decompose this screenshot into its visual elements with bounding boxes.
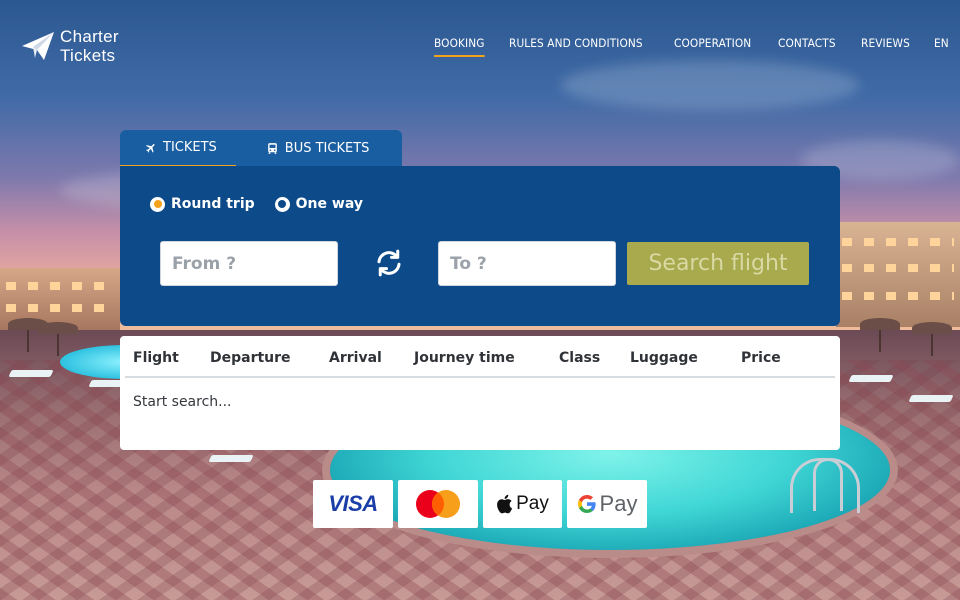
- column-header: Arrival: [329, 350, 382, 366]
- results-header: Flight Departure Arrival Journey time Cl…: [125, 336, 835, 378]
- main-nav: BOOKING RULES AND CONDITIONS COOPERATION…: [433, 36, 950, 57]
- cloud: [560, 60, 860, 110]
- brand-name: Charter Tickets: [60, 27, 119, 65]
- brand-line-2: Tickets: [60, 46, 116, 65]
- tab-tickets[interactable]: TICKETS: [120, 130, 236, 167]
- apple-icon: [497, 494, 513, 514]
- google-g-icon: [577, 495, 596, 513]
- nav-reviews[interactable]: REVIEWS: [861, 36, 910, 57]
- google-pay-logo: Pay: [567, 480, 647, 528]
- google-pay-text: Pay: [599, 491, 638, 516]
- tab-bus-tickets[interactable]: BUS TICKETS: [236, 130, 383, 167]
- logo[interactable]: Charter Tickets: [20, 27, 119, 65]
- swap-icon[interactable]: [374, 248, 404, 278]
- nav-cooperation[interactable]: COOPERATION: [674, 36, 751, 57]
- from-input[interactable]: [160, 241, 338, 286]
- apple-pay-logo: Pay: [483, 480, 562, 528]
- empty-results-text: Start search...: [133, 394, 232, 410]
- search-flight-button[interactable]: Search flight: [627, 242, 809, 285]
- column-header: Luggage: [630, 350, 698, 366]
- column-header: Class: [559, 350, 601, 366]
- nav-booking[interactable]: BOOKING: [433, 36, 485, 57]
- hotel-building: [836, 222, 960, 327]
- umbrella: [38, 322, 78, 356]
- payment-methods: VISA Pay Pay: [313, 480, 647, 528]
- round-trip-label: Round trip: [171, 196, 255, 212]
- tab-bus-tickets-label: BUS TICKETS: [284, 141, 370, 156]
- column-header: Flight: [133, 350, 179, 366]
- lounger: [848, 375, 894, 382]
- one-way-label: One way: [295, 196, 363, 212]
- visa-text: VISA: [328, 491, 378, 516]
- apple-pay-text: Pay: [516, 493, 549, 514]
- nav-rules-and-conditions[interactable]: RULES AND CONDITIONS: [509, 36, 643, 57]
- pool-ladder: [790, 458, 860, 513]
- lounger: [908, 395, 954, 402]
- column-header: Price: [741, 350, 781, 366]
- mastercard-logo: [398, 480, 478, 528]
- umbrella: [860, 318, 900, 352]
- column-header: Departure: [210, 350, 291, 366]
- radio-unchecked-icon: [274, 196, 290, 212]
- lounger: [208, 455, 254, 462]
- umbrella: [912, 322, 952, 356]
- tab-tickets-label: TICKETS: [163, 140, 217, 155]
- visa-logo: VISA: [313, 480, 393, 528]
- one-way-radio[interactable]: One way: [274, 196, 363, 212]
- column-header: Journey time: [414, 350, 515, 366]
- brand-line-1: Charter: [60, 27, 119, 46]
- search-panel: Round trip One way Search flight: [120, 166, 840, 326]
- paper-plane-icon: [22, 32, 54, 60]
- radio-checked-icon: [150, 196, 165, 212]
- nav-contacts[interactable]: CONTACTS: [778, 36, 836, 57]
- results-table: Flight Departure Arrival Journey time Cl…: [120, 336, 840, 450]
- bus-icon: [267, 143, 277, 154]
- trip-type-group: Round trip One way: [150, 196, 363, 212]
- lounger: [8, 370, 54, 377]
- search-tabs: TICKETS BUS TICKETS: [120, 130, 402, 167]
- mastercard-icon: [416, 490, 460, 518]
- to-input[interactable]: [438, 241, 616, 286]
- language-switcher[interactable]: EN: [934, 36, 949, 57]
- round-trip-radio[interactable]: Round trip: [150, 196, 255, 212]
- airplane-icon: [146, 143, 155, 153]
